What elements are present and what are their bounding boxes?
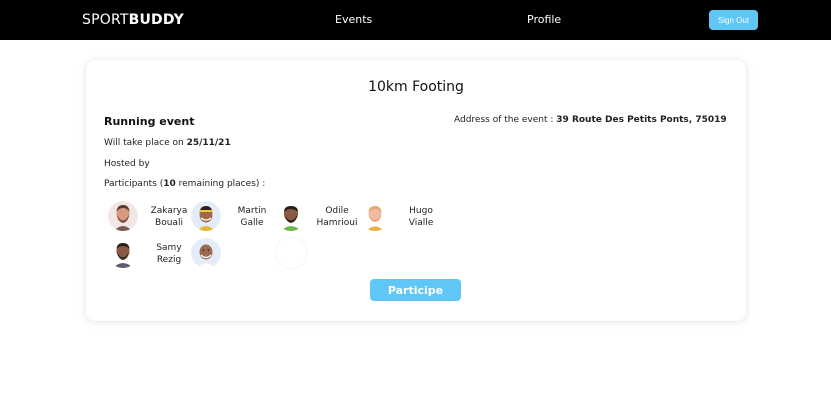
avatar <box>191 238 221 268</box>
avatar <box>191 201 221 231</box>
top-navbar: SPORTBUDDY Events Profile Sign Out <box>0 0 831 40</box>
participant-last-name: Bouali <box>155 218 183 228</box>
nav-events-link[interactable]: Events <box>335 13 372 26</box>
participant-item[interactable]: Martin Galle <box>191 201 271 231</box>
event-date-line: Will take place on 25/11/21 <box>104 138 231 148</box>
sign-out-button[interactable]: Sign Out <box>709 10 758 30</box>
brand-part-sport: SPORT <box>82 12 129 28</box>
avatar-man-headband-icon <box>191 201 221 231</box>
participant-last-name: Galle <box>240 218 264 228</box>
participants-suffix: remaining places) : <box>175 179 266 189</box>
avatar <box>108 238 138 268</box>
avatar-man-blond-icon <box>360 201 390 231</box>
participant-name: Odile Hamrioui <box>312 205 362 229</box>
address-value: 39 Route Des Petits Ponts, 75019 <box>556 115 727 125</box>
participant-first-name: Samy <box>156 243 182 253</box>
participe-button[interactable]: Participe <box>370 279 461 301</box>
participant-last-name: Vialle <box>408 218 434 228</box>
participants-line: Participants (10 remaining places) : <box>104 179 265 189</box>
participant-name: Hugo Vialle <box>396 205 446 229</box>
participant-last-name: Rezig <box>156 255 182 265</box>
participant-first-name: Zakarya <box>150 206 188 216</box>
participant-first-name: Odile <box>325 206 349 216</box>
event-title: 10km Footing <box>368 79 464 95</box>
event-address: Address of the event : 39 Route Des Peti… <box>454 115 727 125</box>
address-label: Address of the event : <box>454 115 554 125</box>
avatar-man-bald-icon <box>191 238 221 268</box>
hosted-by-line: Hosted by <box>104 159 150 169</box>
participant-item[interactable]: Samy Rezig <box>108 238 188 268</box>
event-card: 10km Footing Running event Will take pla… <box>86 60 746 321</box>
brand-logo[interactable]: SPORTBUDDY <box>82 12 184 28</box>
participant-first-name: Martin <box>237 206 267 216</box>
empty-participant-slot <box>276 238 306 268</box>
participant-item[interactable]: Odile Hamrioui <box>276 201 357 231</box>
avatar <box>360 201 390 231</box>
remaining-count: 10 <box>163 179 176 189</box>
avatar-man-beard-icon <box>276 201 306 231</box>
participant-first-name: Hugo <box>409 206 433 216</box>
avatar <box>108 201 138 231</box>
nav-profile-link[interactable]: Profile <box>527 13 561 26</box>
event-type: Running event <box>104 115 195 128</box>
participants-prefix: Participants ( <box>104 179 164 189</box>
date-prefix: Will take place on <box>104 138 184 148</box>
event-date: 25/11/21 <box>186 138 231 148</box>
participant-last-name: Hamrioui <box>316 218 358 228</box>
participant-item[interactable] <box>191 238 271 268</box>
participant-item[interactable]: Hugo Vialle <box>360 201 440 231</box>
avatar <box>276 201 306 231</box>
brand-part-buddy: BUDDY <box>128 12 185 28</box>
participant-name: Samy Rezig <box>144 242 194 266</box>
avatar-man-beard-icon <box>108 201 138 231</box>
participant-name: Zakarya Bouali <box>144 205 194 229</box>
avatar-man-beard-icon <box>108 238 138 268</box>
participant-name: Martin Galle <box>227 205 277 229</box>
participant-item[interactable]: Zakarya Bouali <box>108 201 188 231</box>
